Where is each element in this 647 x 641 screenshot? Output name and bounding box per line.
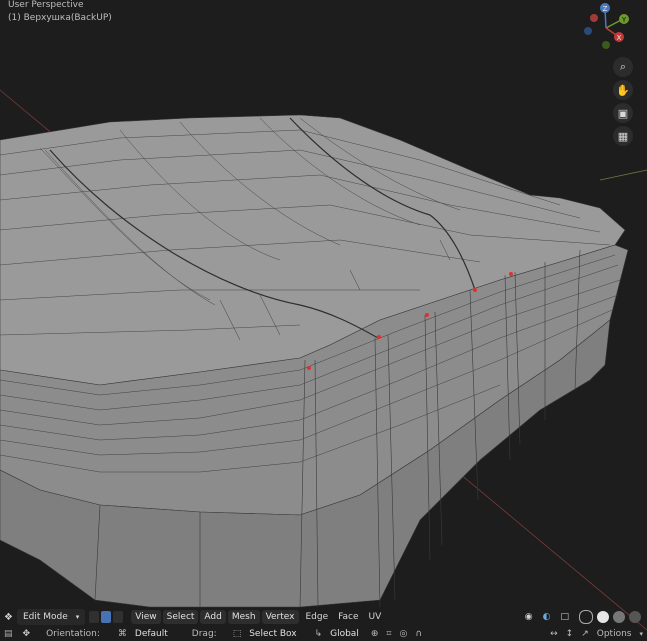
solid-shading-icon[interactable]	[597, 611, 609, 623]
visibility-icon[interactable]: ◉	[525, 612, 533, 622]
navigation-gizmo[interactable]: Z Y X	[578, 0, 634, 56]
drag-dropdown[interactable]: Select Box	[249, 629, 296, 639]
orientation-label: Orientation:	[46, 629, 100, 639]
pivot-icon[interactable]: ⊕	[371, 629, 379, 639]
face-select-icon[interactable]	[113, 611, 124, 623]
menu-select[interactable]: Select	[162, 610, 199, 624]
select-mode-group	[89, 611, 125, 623]
editor-type-icon[interactable]: ❖	[4, 612, 13, 623]
mode-dropdown[interactable]: Edit Mode ▾	[16, 609, 86, 625]
rendered-shading-icon[interactable]	[629, 611, 641, 623]
vertex-selected	[473, 288, 477, 292]
tool-icon[interactable]: ▤	[4, 629, 13, 639]
move-tool-icon[interactable]: ✥	[23, 629, 31, 639]
gizmo-neg-x[interactable]	[590, 14, 598, 22]
gizmo-y-label: Y	[621, 16, 627, 24]
falloff-icon[interactable]: ∩	[415, 629, 422, 639]
view-name-label: User Perspective	[8, 0, 84, 10]
vertex-selected	[377, 335, 381, 339]
object-name-label: (1) Верхушка(BackUP)	[8, 13, 112, 23]
options-dropdown[interactable]: Options	[597, 629, 632, 639]
mirror-z-icon[interactable]: ↗	[581, 629, 589, 639]
tool-settings-bar: ▤ ✥ Orientation: ⌘ Default Drag: ⬚ Selec…	[0, 627, 647, 641]
chevron-down-icon: ▾	[639, 630, 643, 638]
camera-icon[interactable]: ▣	[613, 103, 633, 123]
material-shading-icon[interactable]	[613, 611, 625, 623]
menu-face[interactable]: Face	[333, 612, 363, 622]
orientation-dropdown[interactable]: Default	[135, 629, 168, 639]
menu-add[interactable]: Add	[200, 610, 226, 624]
menu-vertex[interactable]: Vertex	[261, 610, 299, 624]
menu-uv[interactable]: UV	[364, 612, 387, 622]
vertex-selected	[307, 366, 311, 370]
gizmo-neg-z[interactable]	[584, 27, 592, 35]
overlay-icon[interactable]: ◐	[543, 612, 551, 622]
zoom-icon[interactable]: ⌕	[613, 57, 633, 77]
chevron-down-icon: ▾	[75, 613, 80, 621]
gizmo-z-label: Z	[603, 5, 608, 13]
mode-label: Edit Mode	[22, 612, 68, 622]
mirror-y-icon[interactable]: ↕	[566, 629, 574, 639]
orientation-icon: ⌘	[117, 629, 127, 639]
grid-icon[interactable]: ▦	[613, 126, 633, 146]
y-axis-line	[599, 169, 647, 181]
menu-edge[interactable]: Edge	[301, 612, 334, 622]
vertex-selected	[509, 272, 513, 276]
vertex-select-icon[interactable]	[89, 611, 100, 623]
snap-icon[interactable]: ⌗	[386, 629, 391, 639]
drag-label: Drag:	[191, 629, 217, 639]
edge-select-icon[interactable]	[101, 611, 112, 623]
wireframe-shading-icon[interactable]	[579, 610, 593, 624]
proportional-edit-icon[interactable]: ◎	[399, 629, 407, 639]
xray-icon[interactable]: □	[560, 612, 569, 622]
mirror-x-icon[interactable]: ↔	[550, 629, 558, 639]
select-box-icon: ⬚	[232, 629, 242, 639]
menu-mesh[interactable]: Mesh	[227, 610, 260, 624]
menu-view[interactable]: View	[131, 610, 161, 624]
hand-icon[interactable]: ✋	[613, 80, 633, 100]
header-toolbar: ❖ Edit Mode ▾ View Select Add Mesh Verte…	[0, 607, 647, 627]
transform-orientation-dropdown[interactable]: Global	[330, 629, 359, 639]
gizmo-neg-y[interactable]	[602, 41, 610, 49]
vertex-selected	[425, 313, 429, 317]
gizmo-x-label: X	[617, 34, 622, 42]
3d-viewport[interactable]	[0, 0, 647, 641]
transform-orientation-icon: ↳	[314, 629, 323, 639]
